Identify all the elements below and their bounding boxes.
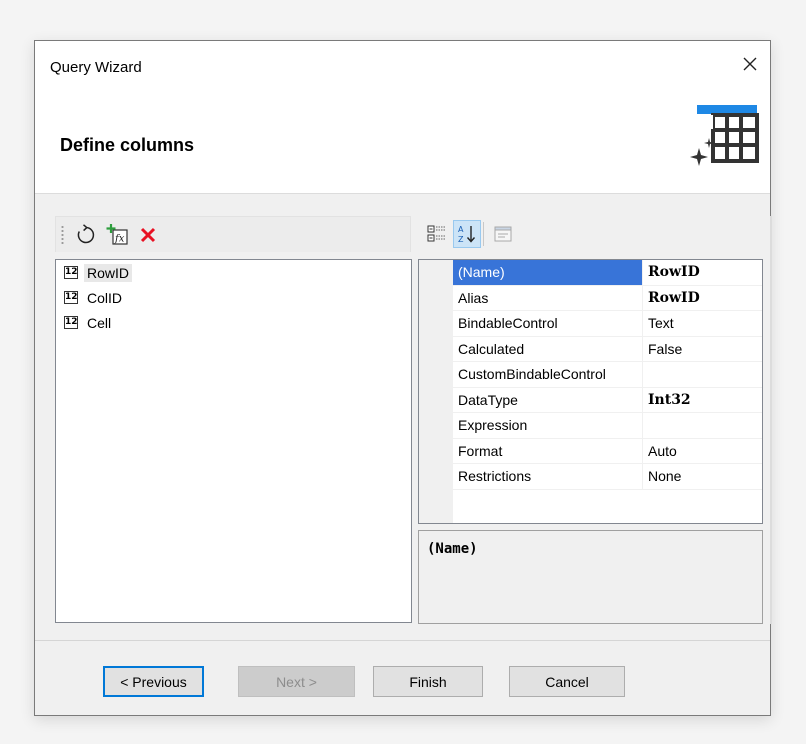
property-pages-icon[interactable] <box>489 220 517 248</box>
property-name: CustomBindableControl <box>453 362 643 388</box>
window-title: Query Wizard <box>50 59 142 76</box>
property-value[interactable]: RowID <box>643 260 762 286</box>
dialog-header: Query Wizard Define columns <box>35 41 770 194</box>
property-value[interactable]: Text <box>643 311 762 337</box>
grid-gutter <box>419 489 453 523</box>
next-button[interactable]: Next > <box>238 666 355 697</box>
column-name: RowID <box>84 263 133 282</box>
query-wizard-dialog: Query Wizard Define columns fx 12 RowID … <box>34 40 773 716</box>
property-name: Alias <box>453 285 643 311</box>
previous-button[interactable]: < Previous <box>103 666 204 697</box>
property-grid[interactable]: (Name) RowID Alias RowID BindableControl… <box>418 259 763 524</box>
footer-divider <box>35 640 770 641</box>
finish-button[interactable]: Finish <box>373 666 483 697</box>
column-name: ColID <box>87 289 123 306</box>
panel-splitter[interactable] <box>770 216 772 624</box>
integer-type-icon: 12 <box>64 266 78 279</box>
property-name: Format <box>453 438 643 464</box>
integer-type-icon: 12 <box>64 316 78 329</box>
integer-type-icon: 12 <box>64 291 78 304</box>
property-row-calculated[interactable]: Calculated False <box>419 336 762 362</box>
alphabetical-sort-icon[interactable]: A Z <box>453 220 481 248</box>
property-value[interactable]: Int32 <box>643 388 762 413</box>
toolbar-grip[interactable] <box>61 225 64 245</box>
property-name: Restrictions <box>453 464 643 490</box>
property-name: (Name) <box>453 260 643 286</box>
description-title: (Name) <box>427 541 478 557</box>
property-row-custombindablecontrol[interactable]: CustomBindableControl <box>419 362 762 388</box>
categorized-icon[interactable] <box>423 220 451 248</box>
delete-icon[interactable] <box>134 221 162 249</box>
svg-text:Z: Z <box>458 235 464 244</box>
close-icon[interactable] <box>737 51 763 77</box>
property-value[interactable]: None <box>643 464 762 490</box>
column-name: Cell <box>87 314 112 331</box>
columns-list[interactable]: 12 RowID 12 ColID 12 Cell <box>55 259 412 623</box>
refresh-icon[interactable] <box>72 221 100 249</box>
property-name: Expression <box>453 413 643 439</box>
columns-toolbar: fx <box>55 216 411 252</box>
property-value[interactable]: False <box>643 337 762 362</box>
property-row-restrictions[interactable]: Restrictions None <box>419 464 762 490</box>
property-row-datatype[interactable]: DataType Int32 <box>419 387 762 413</box>
property-row-alias[interactable]: Alias RowID <box>419 285 762 311</box>
properties-toolbar: A Z <box>423 216 773 252</box>
property-name: Calculated <box>453 336 643 362</box>
property-value[interactable]: RowID <box>643 286 762 311</box>
property-value[interactable] <box>643 413 762 439</box>
property-row-name[interactable]: (Name) RowID <box>419 260 762 286</box>
property-name: BindableControl <box>453 311 643 337</box>
cancel-button[interactable]: Cancel <box>509 666 625 697</box>
list-item[interactable]: 12 ColID <box>56 285 411 310</box>
add-calculated-field-icon[interactable]: fx <box>104 221 132 249</box>
list-item[interactable]: 12 Cell <box>56 310 411 335</box>
property-value[interactable]: Auto <box>643 439 762 464</box>
toolbar-separator <box>481 220 485 248</box>
page-title: Define columns <box>60 135 195 155</box>
svg-text:A: A <box>458 225 464 234</box>
list-item[interactable]: 12 RowID <box>56 260 411 285</box>
property-row-bindablecontrol[interactable]: BindableControl Text <box>419 311 762 337</box>
property-row-format[interactable]: Format Auto <box>419 438 762 464</box>
property-description-panel: (Name) <box>418 530 763 624</box>
property-value[interactable] <box>643 362 762 388</box>
property-row-expression[interactable]: Expression <box>419 413 762 439</box>
property-name: DataType <box>453 387 643 413</box>
svg-text:fx: fx <box>114 234 125 245</box>
table-sparkle-icon <box>685 103 763 175</box>
